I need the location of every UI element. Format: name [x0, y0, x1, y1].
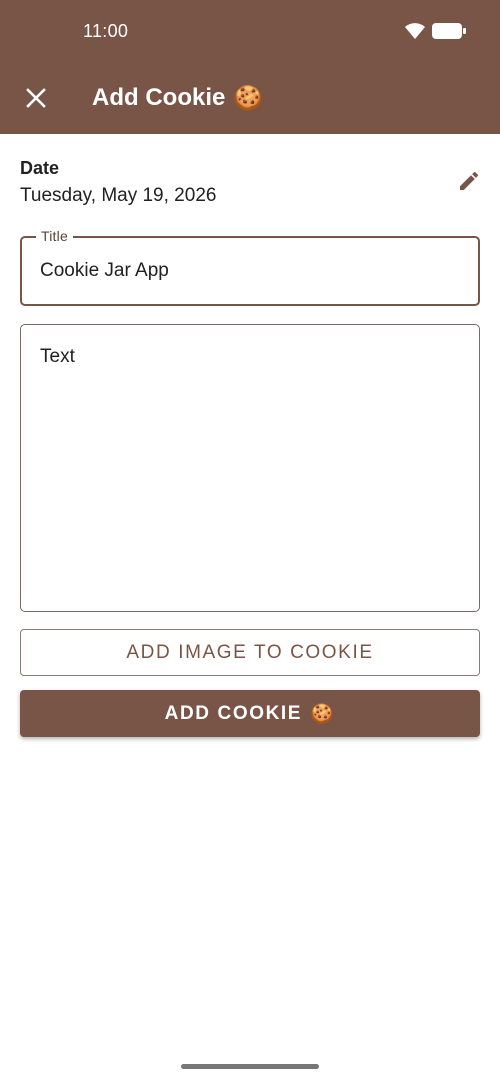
add-cookie-label: ADD COOKIE [164, 702, 303, 724]
title-field-label: Title [36, 228, 73, 244]
close-button[interactable] [18, 82, 54, 118]
add-image-button[interactable]: ADD IMAGE TO COOKIE [20, 629, 480, 676]
date-value: Tuesday, May 19, 2026 [20, 185, 217, 206]
status-time: 11:00 [83, 21, 129, 41]
home-indicator[interactable] [181, 1064, 319, 1069]
status-icons [404, 22, 466, 45]
cookie-icon: 🍪 [310, 703, 336, 725]
app-bar: Add Cookie 🍪 [0, 66, 500, 134]
page-title-text: Add Cookie [92, 84, 226, 111]
title-field[interactable]: Title [20, 228, 480, 306]
wifi-icon [404, 22, 426, 45]
add-cookie-button[interactable]: ADD COOKIE 🍪 [20, 690, 480, 737]
edit-date-button[interactable] [452, 166, 486, 200]
date-label: Date [20, 158, 60, 178]
cookie-icon: 🍪 [233, 84, 264, 112]
page-title: Add Cookie 🍪 [92, 84, 263, 112]
text-input[interactable] [40, 346, 460, 596]
title-input[interactable] [40, 260, 460, 282]
text-field[interactable] [20, 324, 480, 612]
close-icon [25, 87, 47, 114]
battery-icon [432, 22, 466, 45]
status-bar: 11:00 [0, 0, 500, 66]
pencil-icon [457, 169, 481, 198]
